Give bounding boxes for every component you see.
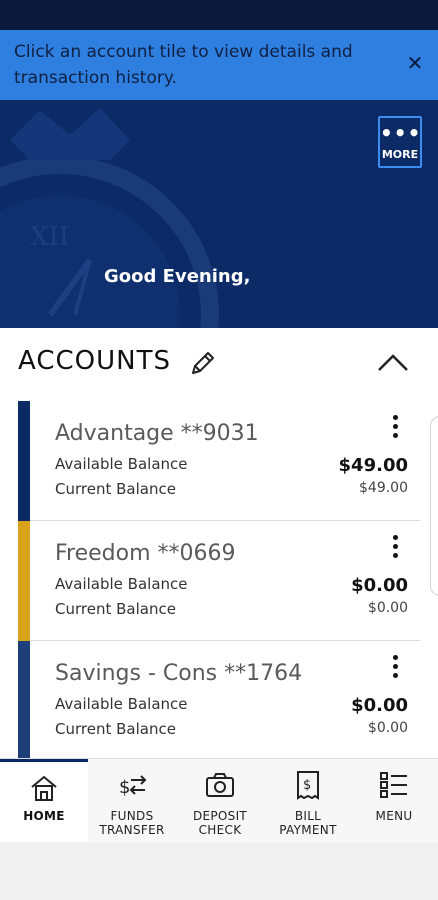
- current-balance-amount: $49.00: [359, 480, 408, 496]
- kebab-menu-icon[interactable]: [388, 415, 402, 445]
- kebab-menu-icon[interactable]: [388, 535, 402, 565]
- available-balance-amount: $0.00: [351, 575, 408, 596]
- account-name: Savings - Cons **1764: [55, 661, 303, 686]
- nav-home[interactable]: HOME: [0, 759, 88, 843]
- current-balance-amount: $0.00: [367, 720, 408, 736]
- account-stripe: [18, 401, 30, 521]
- accounts-title: ACCOUNTS: [18, 346, 171, 376]
- available-balance-label: Available Balance: [55, 695, 188, 713]
- funds-transfer-icon: $: [119, 775, 147, 798]
- banner-message: Click an account tile to view details an…: [14, 42, 353, 88]
- nav-label: FUNDS TRANSFER: [88, 809, 176, 837]
- current-balance-label: Current Balance: [55, 720, 176, 738]
- account-card[interactable]: Advantage **9031 Available Balance Curre…: [18, 401, 420, 521]
- nav-label-line1: HOME: [23, 809, 65, 823]
- close-icon[interactable]: ✕: [404, 52, 426, 74]
- nav-menu[interactable]: MENU: [350, 759, 438, 843]
- nav-label: MENU: [350, 809, 438, 823]
- account-name: Freedom **0669: [55, 541, 236, 566]
- more-dots-icon: •••: [380, 121, 422, 145]
- status-bar: [0, 0, 438, 30]
- nav-label-line2: PAYMENT: [279, 823, 337, 837]
- account-name: Advantage **9031: [55, 421, 259, 446]
- pencil-edit-icon[interactable]: [188, 348, 218, 378]
- chevron-up-icon[interactable]: [376, 348, 410, 376]
- account-card[interactable]: Savings - Cons **1764 Available Balance …: [18, 641, 420, 758]
- svg-text:XII: XII: [30, 222, 69, 252]
- greeting-text: Good Evening,: [104, 266, 251, 287]
- available-balance-label: Available Balance: [55, 575, 188, 593]
- nav-label: DEPOSIT CHECK: [176, 809, 264, 837]
- available-balance-amount: $0.00: [351, 695, 408, 716]
- nav-label: HOME: [0, 809, 88, 823]
- available-balance-amount: $49.00: [338, 455, 408, 476]
- nav-bill-payment[interactable]: $ BILL PAYMENT: [264, 759, 352, 843]
- nav-label-line2: TRANSFER: [99, 823, 165, 837]
- bill-icon: $: [297, 771, 319, 800]
- nav-label-line1: DEPOSIT: [192, 809, 248, 823]
- scrollbar[interactable]: [430, 416, 438, 596]
- nav-label-line1: MENU: [375, 809, 413, 823]
- svg-text:$: $: [303, 778, 311, 793]
- current-balance-label: Current Balance: [55, 480, 176, 498]
- nav-funds-transfer[interactable]: $ FUNDS TRANSFER: [88, 759, 176, 843]
- camera-icon: [206, 773, 234, 797]
- bottom-blank-area: [0, 842, 438, 900]
- account-stripe: [18, 521, 30, 641]
- more-button[interactable]: ••• MORE: [378, 116, 422, 168]
- account-stripe: [18, 641, 30, 758]
- nav-label-line1: FUNDS: [110, 809, 154, 823]
- home-icon: [31, 775, 57, 801]
- bottom-nav: HOME $ FUNDS TRANSFER DEPOSIT CHECK $ BI…: [0, 758, 438, 843]
- clock-watermark-icon: XII: [0, 108, 219, 328]
- available-balance-label: Available Balance: [55, 455, 188, 473]
- menu-list-icon: [380, 772, 407, 798]
- hero-header: XII ••• MORE Good Evening,: [0, 100, 438, 328]
- nav-deposit-check[interactable]: DEPOSIT CHECK: [176, 759, 264, 843]
- svg-text:$: $: [119, 777, 130, 798]
- accounts-section: ACCOUNTS Advantage **9031 Available Bala…: [0, 328, 438, 758]
- current-balance-amount: $0.00: [367, 600, 408, 616]
- nav-label: BILL PAYMENT: [264, 809, 352, 837]
- more-label: MORE: [381, 148, 419, 161]
- nav-label-line2: CHECK: [198, 823, 242, 837]
- kebab-menu-icon[interactable]: [388, 655, 402, 685]
- info-banner: Click an account tile to view details an…: [0, 30, 438, 100]
- current-balance-label: Current Balance: [55, 600, 176, 618]
- account-card[interactable]: Freedom **0669 Available Balance Current…: [18, 521, 420, 641]
- nav-label-line1: BILL: [294, 809, 322, 823]
